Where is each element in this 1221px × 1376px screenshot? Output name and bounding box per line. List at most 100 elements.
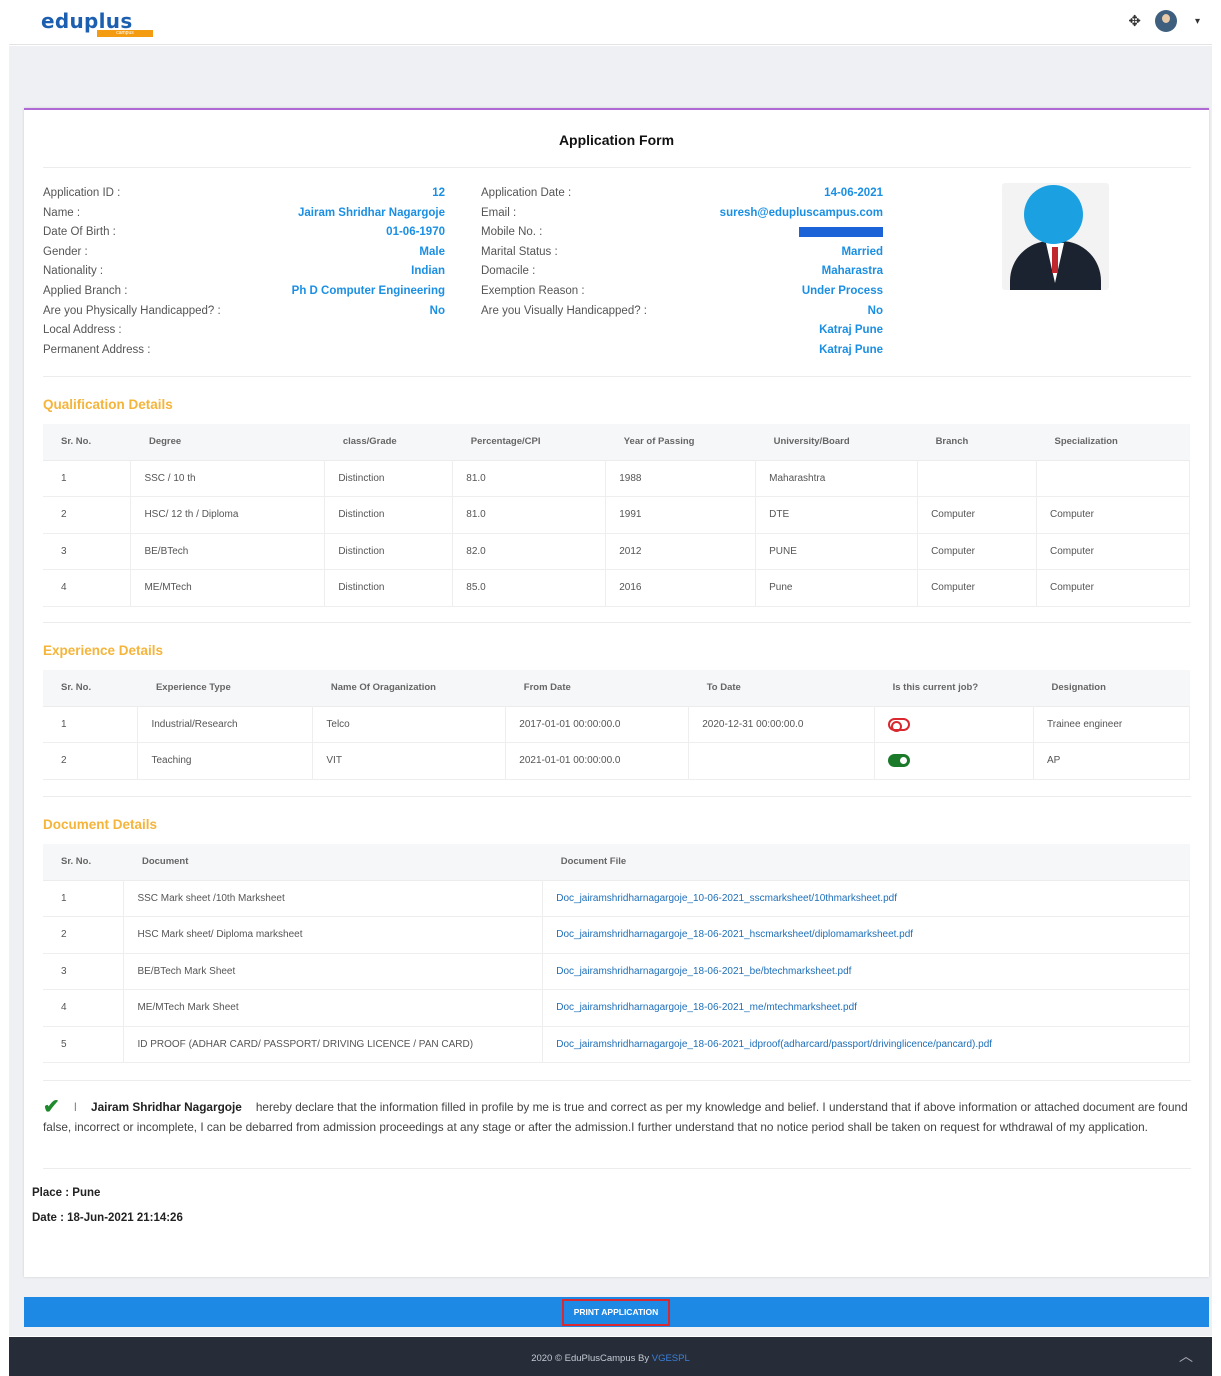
document-title: Document Details [43,817,158,832]
table-cell: ME/MTech Mark Sheet [123,989,544,1027]
table-cell: 81.0 [452,496,607,534]
table-cell: 85.0 [452,569,607,607]
detail-row: Name : Jairam Shridhar Nagargoje [43,204,445,224]
detail-label: Applied Branch : [43,284,128,297]
table-cell: 3 [43,532,132,570]
table-row: 3 BE/BTech Distinction 82.0 2012 PUNE Computer… [43,532,1190,570]
declaration-prefix: I [73,1100,78,1114]
table-row: 4 ME/MTech Mark Sheet Doc_jairamshridharna… [43,989,1190,1027]
table-cell: 1 [43,705,139,743]
table-cell: 2012 [605,532,757,570]
detail-row: Date Of Birth : 01-06-1970 [43,223,445,243]
chevron-down-icon[interactable]: ▾ [1195,16,1200,27]
table-row: 4 ME/MTech Distinction 85.0 2016 Pune Computer… [43,569,1190,607]
table-cell: 2020-12-31 00:00:00.0 [688,705,876,743]
detail-row: Application Date : 14-06-2021 [481,184,883,204]
column-header: From Date [505,670,689,706]
detail-value: 14-06-2021 [824,187,883,199]
detail-value: Ph D Computer Engineering [291,284,445,297]
table-cell: VIT [312,742,507,780]
table-cell: 1991 [605,496,757,534]
detail-label: Mobile No. : [481,226,543,239]
declarant-name: Jairam Shridhar Nagargoje [91,1100,242,1114]
detail-label: Marital Status : [481,245,558,258]
detail-value: Male [419,245,445,258]
scroll-top-icon[interactable]: ︿ [1174,1347,1198,1369]
right-details: Application Date : 14-06-2021 Email : sures… [481,184,883,360]
table-cell: Distinction [324,532,454,570]
table-cell: 4 [43,989,125,1027]
document-file-link[interactable]: Doc_jairamshridharnagargoje_10-06-2021_s… [542,879,1190,917]
applicant-photo [1002,183,1109,290]
divider [43,796,1191,797]
detail-row: Mobile No. : [481,223,883,243]
detail-label: Date Of Birth : [43,226,116,239]
table-cell: Distinction [324,496,454,534]
footer-vendor-link[interactable]: VGESPL [652,1353,690,1364]
fullscreen-move-icon[interactable]: ✥ [1128,12,1141,30]
user-avatar[interactable] [1154,10,1177,32]
application-card: Application Form Application ID :12 Name … [24,108,1209,1277]
table-row: 2 Teaching VIT 2021-01-01 00:00:00.0 AP [43,742,1190,780]
checkmark-icon: ✔ [43,1096,60,1118]
detail-value: No [429,304,445,317]
detail-row: Exemption Reason : Under Process [481,282,883,302]
table-row: 2 HSC Mark sheet/ Diploma marksheet Doc_ja… [43,916,1190,954]
table-cell: 2017-01-01 00:00:00.0 [505,705,690,743]
form-title: Application Form [558,132,675,148]
detail-value: Married [841,245,883,258]
print-bar: PRINT APPLICATION [24,1297,1209,1327]
column-header: Sr. No. [43,844,124,880]
column-header: Sr. No. [43,424,131,460]
column-header: Degree [130,424,325,460]
detail-value: 12 [432,187,445,199]
detail-value: No [867,304,883,317]
detail-label: Domacile : [481,265,536,278]
table-cell: 2016 [605,569,757,607]
detail-label: Application ID : [43,187,121,199]
detail-label: Name : [43,206,81,219]
detail-label: Exemption Reason : [481,284,585,297]
table-cell: 81.0 [452,459,607,497]
document-file-link[interactable]: Doc_jairamshridharnagargoje_18-06-2021_m… [542,989,1190,1027]
document-file-link[interactable]: Doc_jairamshridharnagargoje_18-06-2021_h… [542,916,1190,954]
detail-value: Under Process [801,284,883,297]
detail-row: Application ID : 12 [43,184,445,204]
table-cell: Computer [1036,496,1190,534]
table-cell: Trainee engineer [1033,705,1190,743]
table-cell: HSC/ 12 th / Diploma [130,496,326,534]
date-text: Date : 18-Jun-2021 21:14:26 [32,1212,183,1224]
column-header: Percentage/CPI [452,424,606,460]
table-cell: Distinction [324,459,454,497]
table-cell: 1 [43,459,132,497]
table-cell: 2 [43,916,125,954]
table-cell: Computer [917,496,1037,534]
document-table: Sr. No. Document Document File 1 SSC Mark sh… [43,844,1190,1063]
print-application-button[interactable]: PRINT APPLICATION [562,1299,670,1326]
detail-value: Katraj Pune [819,324,883,337]
table-row: 3 BE/BTech Mark Sheet Doc_jairamshridharna… [43,952,1190,990]
table-cell: 4 [43,569,132,607]
table-cell: 2021-01-01 00:00:00.0 [505,742,690,780]
eduplus-logo[interactable]: eduplus campus [41,10,153,37]
column-header: Name Of Oraganization [312,670,506,706]
table-cell: 1988 [605,459,757,497]
divider [43,376,1191,377]
detail-label: Gender : [43,245,88,258]
column-header: Year of Passing [605,424,756,460]
table-cell: SSC Mark sheet /10th Marksheet [123,879,544,917]
document-file-link[interactable]: Doc_jairamshridharnagargoje_18-06-2021_b… [542,952,1190,990]
document-file-link[interactable]: Doc_jairamshridharnagargoje_18-06-2021_i… [542,1025,1190,1063]
divider [43,167,1191,168]
column-header: class/Grade [324,424,453,460]
table-row: 1 SSC / 10 th Distinction 81.0 1988 Maharasht… [43,459,1190,497]
detail-row: Are you Physically Handicapped? : No [43,302,445,322]
detail-label: Local Address : [43,324,122,337]
table-cell: Distinction [324,569,454,607]
detail-value: 01-06-1970 [386,226,445,239]
divider [43,1080,1191,1081]
detail-value: Maharastra [821,265,883,278]
place-text: Place : Pune [32,1187,101,1199]
table-cell [688,742,876,780]
table-cell: BE/BTech [130,532,326,570]
